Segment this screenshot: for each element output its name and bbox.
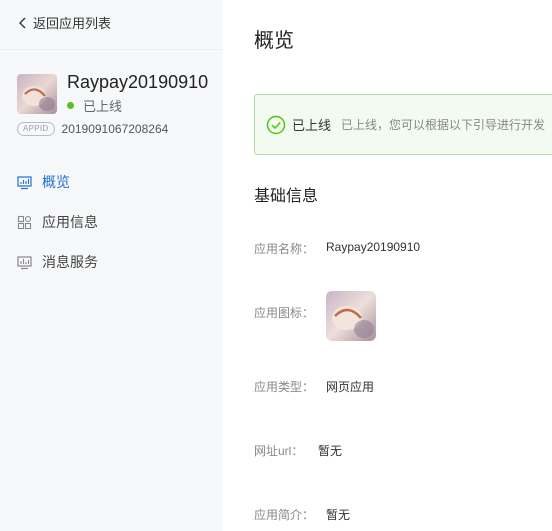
app-name-value: Raypay20190910	[326, 240, 421, 254]
sidebar-item-overview[interactable]: 概览	[0, 162, 223, 202]
sidebar-item-label: 消息服务	[42, 254, 98, 270]
back-to-app-list-link[interactable]: 返回应用列表	[16, 13, 111, 32]
app-icon-label: 应用图标：	[254, 306, 315, 320]
app-status: 已上线	[67, 96, 122, 115]
app-intro-label: 应用简介：	[254, 508, 315, 522]
status-dot-icon	[67, 102, 74, 109]
section-title: 基础信息	[254, 188, 319, 205]
app-intro-value: 暂无	[326, 508, 351, 522]
notice-description: 已上线，您可以根据以下引导进行开发	[341, 118, 546, 132]
monitor-icon	[17, 175, 32, 189]
grid-icon	[17, 215, 32, 229]
status-label: 已上线	[83, 99, 123, 114]
app-icon-image	[326, 291, 376, 341]
app-type-label: 应用类型：	[254, 380, 315, 394]
app-type-value: 网页应用	[326, 380, 375, 394]
app-name-label: 应用名称：	[254, 242, 315, 256]
appid-row: APPID 2019091067208264	[17, 122, 168, 136]
chevron-left-icon	[19, 17, 26, 28]
divider	[0, 49, 223, 50]
sidebar-item-app-info[interactable]: 应用信息	[0, 202, 223, 242]
main-content: 概览 已上线 已上线，您可以根据以下引导进行开发 基础信息 应用名称： Rayp…	[223, 0, 552, 531]
page-title: 概览	[254, 30, 294, 52]
sidebar-item-message-service[interactable]: 消息服务	[0, 242, 223, 282]
check-circle-icon	[266, 115, 286, 134]
sidebar-nav: 概览 应用信息 消息服务	[0, 162, 223, 282]
sidebar-item-label: 应用信息	[42, 214, 98, 230]
sidebar-item-label: 概览	[42, 174, 70, 190]
url-value: 暂无	[318, 444, 343, 458]
status-notice: 已上线 已上线，您可以根据以下引导进行开发	[254, 94, 552, 155]
app-avatar	[17, 74, 57, 114]
appid-value: 2019091067208264	[61, 122, 169, 136]
sidebar: 返回应用列表 Raypay20190910 已上线 APPID 20190910…	[0, 0, 223, 531]
url-label: 网址url：	[254, 444, 304, 458]
app-name: Raypay20190910	[67, 72, 209, 92]
notice-status: 已上线	[292, 118, 332, 133]
appid-badge: APPID	[17, 122, 55, 136]
back-link-label: 返回应用列表	[33, 16, 112, 31]
message-service-icon	[17, 255, 32, 269]
